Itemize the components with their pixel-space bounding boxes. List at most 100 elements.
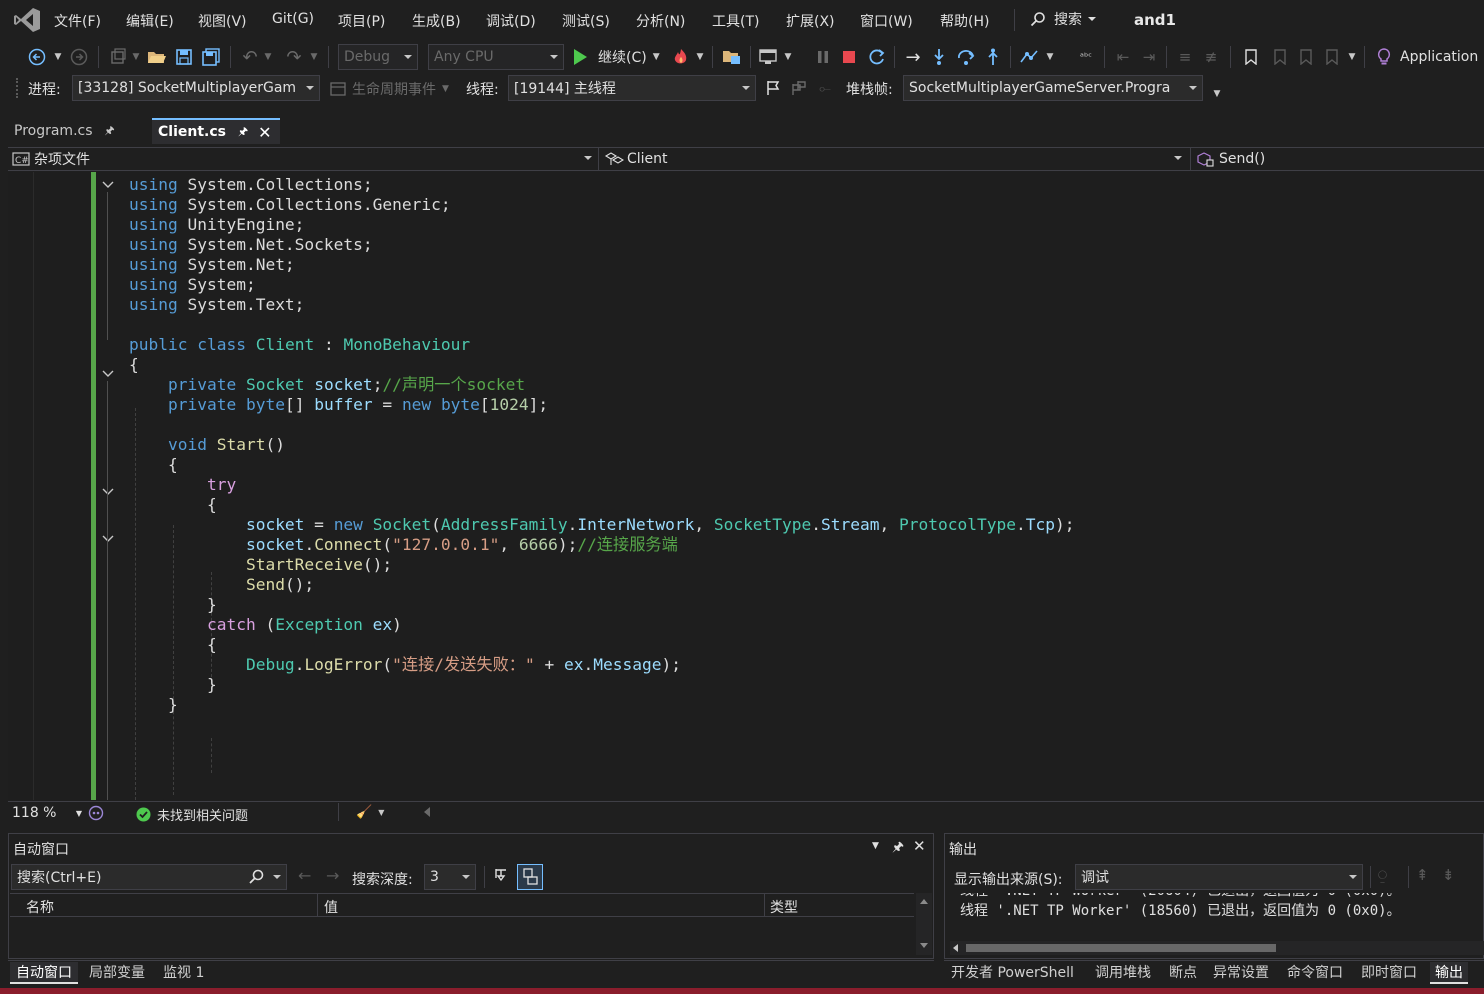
menu-analyze[interactable]: 分析(N) [636, 11, 685, 31]
tab-breakpoints[interactable]: 断点 [1169, 962, 1197, 982]
chevron-down-icon[interactable]: ▼ [308, 45, 320, 69]
tab-exception-settings[interactable]: 异常设置 [1213, 962, 1269, 982]
menu-git[interactable]: Git(G) [272, 11, 314, 27]
scroll-left-icon[interactable] [424, 807, 430, 817]
column-divider[interactable] [764, 894, 765, 916]
menu-build[interactable]: 生成(B) [412, 11, 461, 31]
continue-button[interactable]: 继续(C) ▼ [572, 45, 666, 69]
autos-scrollbar[interactable] [916, 893, 932, 955]
uncomment-icon[interactable]: ≢ [1200, 45, 1222, 69]
solution-configuration-select[interactable]: Debug [338, 44, 418, 70]
chevron-down-icon[interactable]: ▼ [130, 45, 142, 69]
process-select[interactable]: [33128] SocketMultiplayerGam [72, 75, 320, 101]
diagnostic-icon[interactable] [756, 45, 780, 69]
menu-extensions[interactable]: 扩展(X) [786, 11, 835, 31]
tab-locals[interactable]: 局部变量 [89, 962, 145, 982]
view-in-table-icon[interactable] [517, 864, 543, 890]
collapse-icon[interactable] [102, 486, 114, 498]
tab-command-window[interactable]: 命令窗口 [1287, 962, 1343, 982]
show-next-statement-icon[interactable]: → [902, 45, 924, 69]
previous-bookmark-icon[interactable] [1268, 45, 1290, 69]
step-over-icon[interactable] [954, 45, 978, 69]
chevron-down-icon[interactable]: ▼ [1044, 45, 1056, 69]
menu-edit[interactable]: 编辑(E) [126, 11, 174, 31]
chevron-down-icon[interactable]: ▼ [1346, 45, 1358, 69]
menu-project[interactable]: 项目(P) [338, 11, 385, 31]
tab-program-cs[interactable]: Program.cs 🖈 [8, 118, 150, 144]
chevron-down-icon[interactable]: ▼ [262, 45, 274, 69]
search-icon[interactable] [248, 869, 264, 885]
next-message-icon[interactable]: ⇟ [1442, 866, 1455, 884]
collapse-icon[interactable] [102, 179, 114, 191]
step-into-icon[interactable] [928, 45, 950, 69]
forward-icon[interactable] [68, 45, 90, 69]
copilot-icon[interactable] [88, 805, 104, 821]
code-text[interactable]: using System.Collections; using System.C… [129, 175, 1074, 715]
undo-icon[interactable]: ↶ [238, 45, 262, 69]
search-previous-icon[interactable]: ← [298, 866, 311, 885]
application-insights-button[interactable]: Application [1376, 45, 1484, 69]
pin-icon[interactable]: 🖈 [238, 123, 248, 142]
menu-debug[interactable]: 调试(D) [486, 11, 536, 31]
project-dropdown[interactable]: C# 杂项文件 [12, 150, 596, 168]
indicator-margin[interactable] [8, 172, 34, 800]
chevron-down-icon[interactable]: ▼ [694, 45, 706, 69]
chevron-down-icon[interactable]: ▼ [782, 45, 794, 69]
menu-tools[interactable]: 工具(T) [712, 11, 759, 31]
indent-icon[interactable]: ⇥ [1138, 45, 1160, 69]
tab-autos[interactable]: 自动窗口 [10, 962, 78, 984]
column-header-value[interactable]: 值 [324, 897, 338, 917]
column-header-name[interactable]: 名称 [26, 897, 54, 917]
new-project-icon[interactable] [106, 45, 130, 69]
code-cleanup-button[interactable]: 🧹 ▼ [356, 805, 384, 820]
restart-icon[interactable] [866, 45, 888, 69]
thread-select[interactable]: [19144] 主线程 [508, 75, 756, 101]
bookmark-icon[interactable] [1240, 45, 1262, 69]
visual-studio-logo-icon[interactable] [12, 6, 42, 34]
menu-view[interactable]: 视图(V) [198, 11, 247, 31]
close-icon[interactable]: ✕ [258, 123, 271, 142]
type-dropdown[interactable]: Client [604, 150, 1186, 168]
toolbar-grip[interactable] [16, 78, 18, 98]
redo-icon[interactable]: ↷ [282, 45, 306, 69]
autos-search-input[interactable]: 搜索(Ctrl+E) [11, 864, 287, 890]
toolbar-overflow-icon[interactable]: ▼ [1210, 82, 1224, 106]
member-dropdown[interactable]: Send() [1196, 150, 1484, 168]
tab-watch-1[interactable]: 监视 1 [163, 962, 204, 982]
open-folder-icon[interactable] [146, 45, 168, 69]
tab-immediate-window[interactable]: 即时窗口 [1361, 962, 1417, 982]
stop-icon[interactable] [838, 45, 860, 69]
zoom-select[interactable]: 118 % ▼ [12, 805, 82, 821]
tab-developer-powershell[interactable]: 开发者 PowerShell [951, 962, 1074, 982]
filter-threads-icon[interactable]: ⟜ [814, 76, 836, 100]
outdent-icon[interactable]: ⇤ [1112, 45, 1134, 69]
menu-help[interactable]: 帮助(H) [940, 11, 989, 31]
search-depth-select[interactable]: 3 [424, 864, 476, 890]
chevron-down-icon[interactable]: ▼ [52, 45, 64, 69]
stack-frame-select[interactable]: SocketMultiplayerGameServer.Progra [903, 75, 1203, 101]
save-icon[interactable] [172, 45, 196, 69]
flag-thread-icon[interactable] [762, 76, 784, 100]
hot-path-icon[interactable] [1016, 45, 1042, 69]
output-horizontal-scrollbar[interactable] [950, 941, 1484, 955]
flag-all-threads-icon[interactable] [788, 76, 810, 100]
next-bookmark-icon[interactable] [1294, 45, 1316, 69]
collapse-icon[interactable] [102, 533, 114, 545]
menu-test[interactable]: 测试(S) [562, 11, 610, 31]
pin-source-icon[interactable] [492, 866, 512, 886]
tab-call-stack[interactable]: 调用堆栈 [1095, 962, 1151, 982]
back-icon[interactable] [26, 45, 48, 69]
pin-icon[interactable]: 🖈 [892, 838, 904, 860]
search-next-icon[interactable]: → [326, 866, 339, 885]
step-out-icon[interactable] [982, 45, 1004, 69]
previous-message-icon[interactable]: ⇞ [1416, 866, 1429, 884]
clear-bookmarks-icon[interactable] [1320, 45, 1342, 69]
save-all-icon[interactable] [198, 45, 224, 69]
solution-platform-select[interactable]: Any CPU [428, 44, 564, 70]
column-divider[interactable] [317, 894, 318, 916]
output-source-select[interactable]: 调试 [1075, 864, 1363, 890]
menu-file[interactable]: 文件(F) [54, 11, 101, 31]
column-header-type[interactable]: 类型 [770, 897, 798, 917]
lifecycle-events-button[interactable]: 生命周期事件 ▼ [330, 79, 449, 99]
close-icon[interactable]: ✕ [913, 837, 926, 855]
